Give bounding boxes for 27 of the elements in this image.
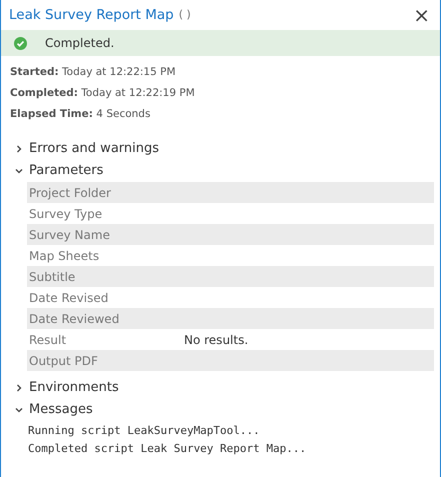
detail-line: Elapsed Time: 4 Seconds [10, 107, 152, 122]
title-suffix: ( ) [178, 6, 191, 23]
chevron-right-icon [15, 384, 23, 392]
detail-line: Completed: Today at 12:22:19 PM [10, 86, 196, 101]
parameter-name: Date Revised [28, 290, 110, 306]
detail-line: Started: Today at 12:22:15 PM [10, 65, 177, 80]
message-line: Completed script Leak Survey Report Map... [28, 441, 308, 457]
chevron-down-icon [15, 406, 23, 414]
section-header[interactable]: Messages [1, 399, 440, 421]
chevron-down-icon [15, 167, 23, 175]
parameter-name: Subtitle [28, 268, 76, 286]
parameter-name: Survey Name [28, 226, 111, 244]
parameter-name: Date Reviewed [28, 310, 120, 328]
parameter-value: No results. [184, 332, 248, 348]
window-title: Leak Survey Report Map [9, 6, 174, 25]
status-text: Completed. [45, 35, 114, 52]
section-header[interactable]: Environments [1, 377, 440, 399]
parameter-name: Result [28, 332, 68, 348]
section-header[interactable]: Errors and warnings [1, 138, 440, 160]
parameter-name: Output PDF [28, 352, 99, 370]
close-button[interactable]: × [413, 5, 430, 25]
parameter-name: Project Folder [28, 184, 112, 202]
chevron-right-icon [15, 145, 23, 153]
parameter-name: Map Sheets [28, 248, 100, 264]
section-header[interactable]: Parameters [1, 160, 440, 182]
parameter-name: Survey Type [28, 206, 104, 222]
message-line: Running script LeakSurveyMapTool... [28, 423, 261, 439]
